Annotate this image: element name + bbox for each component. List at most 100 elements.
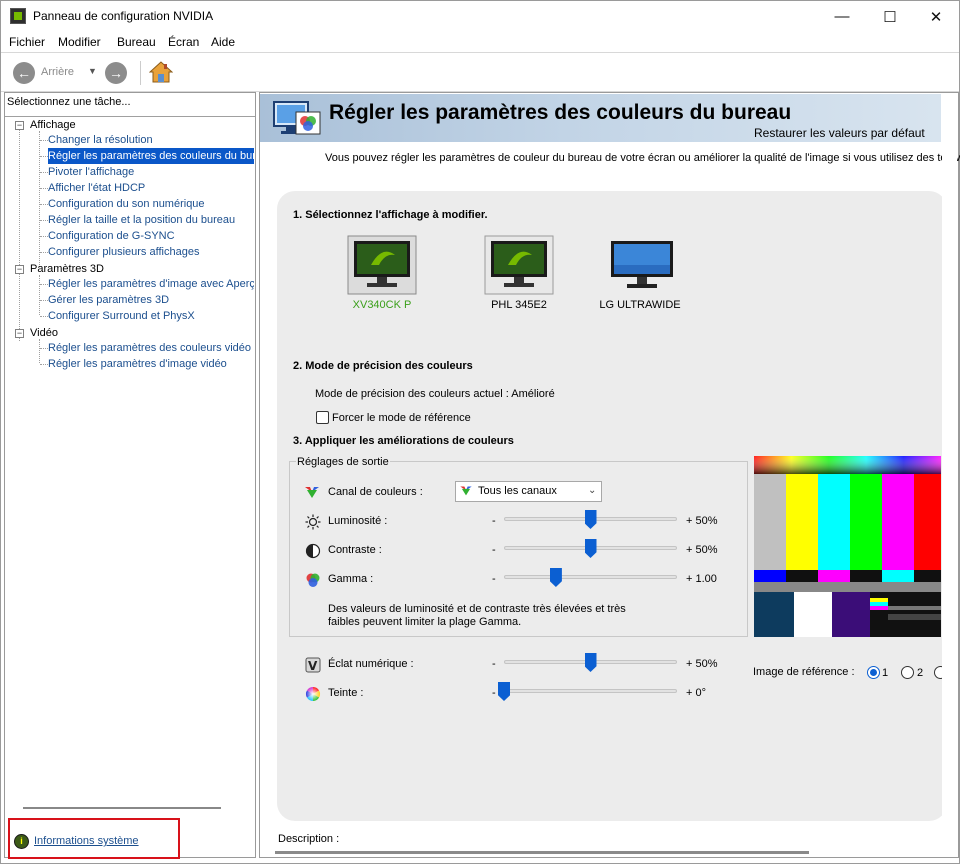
system-info-link[interactable]: Informations système [34,835,139,847]
page-intro-text: Vous pouvez régler les paramètres de cou… [325,152,960,164]
page-title: Régler les paramètres des couleurs du bu… [329,101,792,124]
menu-aide[interactable]: Aide [211,35,235,49]
tree-item-regler-couleurs-bureau[interactable]: Régler les paramètres des couleurs du bu… [48,148,254,164]
gamma-label: Gamma : [328,573,374,585]
task-tree: − Affichage Changer la résolution Régler… [5,116,255,806]
digital-vibrance-label: Éclat numérique : [328,658,414,670]
color-channel-icon [305,487,319,498]
collapse-parametres-3d-icon[interactable]: − [15,265,24,274]
tree-item-son-numerique[interactable]: Configuration du son numérique [48,196,205,212]
contrast-minus: - [492,544,496,556]
chevron-down-icon[interactable]: ⌄ [588,485,596,496]
tree-guide [39,275,40,315]
reference-radio-2-label[interactable]: 2 [917,667,923,679]
gamma-slider-track[interactable] [504,575,677,579]
forward-arrow-icon[interactable]: → [105,62,127,84]
color-channel-label: Canal de couleurs : [328,486,423,498]
svg-text:V: V [308,659,318,673]
back-arrow-icon[interactable]: ← [13,62,35,84]
tree-item-changer-resolution[interactable]: Changer la résolution [48,132,153,148]
tree-item-etat-hdcp[interactable]: Afficher l'état HDCP [48,180,145,196]
menu-modifier[interactable]: Modifier [58,35,101,49]
gamma-minus: - [492,573,496,585]
monitor-xv340ckp-icon[interactable] [347,235,417,295]
desktop-color-settings-icon [273,101,321,135]
reference-image-label: Image de référence : [753,666,855,678]
reference-test-pattern [754,456,941,637]
history-dropdown-icon[interactable]: ▼ [88,66,97,76]
collapse-video-icon[interactable]: − [15,329,24,338]
contrast-value: + 50% [686,544,718,556]
tree-guide [39,339,40,363]
content-horizontal-scrollbar[interactable] [275,851,809,854]
minimize-button[interactable]: — [819,1,865,32]
section-color-precision-title: 2. Mode de précision des couleurs [293,360,473,372]
content-vertical-scrollbar[interactable] [942,94,957,856]
monitor-phl345e2-icon[interactable] [484,235,554,295]
menu-bureau[interactable]: Bureau [117,35,156,49]
menu-bar: Fichier Modifier Bureau Écran Aide [1,32,959,52]
force-reference-checkbox[interactable] [316,411,329,424]
tree-item-taille-position-bureau[interactable]: Régler la taille et la position du burea… [48,212,235,228]
digital-vibrance-minus: - [492,658,496,670]
hue-slider-track[interactable] [504,689,677,693]
digital-vibrance-value: + 50% [686,658,718,670]
force-reference-label[interactable]: Forcer le mode de référence [332,412,471,424]
tree-item-image-apercu[interactable]: Régler les paramètres d'image avec Aperç… [48,276,254,292]
brightness-label: Luminosité : [328,515,388,527]
restore-defaults-link[interactable]: Restaurer les valeurs par défaut [754,126,925,140]
gamma-icon [306,573,320,587]
tree-category-video[interactable]: Vidéo [30,325,58,341]
hue-icon [306,687,320,701]
gamma-warning-line-2: faibles peuvent limiter la plage Gamma. [328,616,522,628]
description-label: Description : [278,833,340,845]
output-settings-legend: Réglages de sortie [296,456,390,468]
back-button-label[interactable]: Arrière [41,66,74,78]
hue-minus: - [492,687,496,699]
tree-item-g-sync[interactable]: Configuration de G-SYNC [48,228,175,244]
all-channels-icon [460,486,472,496]
tree-item-surround-physx[interactable]: Configurer Surround et PhysX [48,308,195,324]
menu-fichier[interactable]: Fichier [9,35,45,49]
hue-value: + 0° [686,687,706,699]
brightness-minus: - [492,515,496,527]
precision-mode-status: Mode de précision des couleurs actuel : … [315,388,555,400]
system-info-icon[interactable]: i [14,834,29,849]
title-bar: Panneau de configuration NVIDIA — ☐ ✕ [1,1,959,32]
tree-item-gerer-3d[interactable]: Gérer les paramètres 3D [48,292,169,308]
close-button[interactable]: ✕ [913,1,959,32]
tree-category-parametres-3d[interactable]: Paramètres 3D [30,261,104,277]
monitor-label-xv340ckp[interactable]: XV340CK P [332,299,432,311]
section-select-display-title: 1. Sélectionnez l'affichage à modifier. [293,209,488,221]
menu-ecran[interactable]: Écran [168,35,199,49]
tree-category-affichage[interactable]: Affichage [30,117,76,133]
collapse-affichage-icon[interactable]: − [15,121,24,130]
reference-radio-2[interactable] [901,666,914,679]
tree-guide [19,129,20,341]
color-channel-dropdown[interactable]: Tous les canaux [455,481,602,502]
brightness-value: + 50% [686,515,718,527]
maximize-button[interactable]: ☐ [867,1,913,32]
reference-radio-1[interactable] [867,666,880,679]
contrast-icon [305,543,321,559]
section-color-enhancements-title: 3. Appliquer les améliorations de couleu… [293,435,514,447]
task-panel-header: Sélectionnez une tâche... [7,96,131,108]
hue-label: Teinte : [328,687,364,699]
toolbar-divider [140,61,141,85]
toolbar: ← Arrière ▼ → [1,53,959,91]
gamma-warning-line-1: Des valeurs de luminosité et de contrast… [328,603,626,615]
tree-item-pivoter-affichage[interactable]: Pivoter l'affichage [48,164,134,180]
monitor-label-lg-ultrawide[interactable]: LG ULTRAWIDE [590,299,690,311]
tree-item-image-video[interactable]: Régler les paramètres d'image vidéo [48,356,227,372]
monitor-label-phl345e2[interactable]: PHL 345E2 [469,299,569,311]
brightness-sun-icon [305,514,321,530]
reference-radio-1-label[interactable]: 1 [882,667,888,679]
task-tree-horizontal-scrollbar[interactable] [23,807,221,809]
digital-vibrance-icon: V [305,657,321,673]
tree-item-couleurs-video[interactable]: Régler les paramètres des couleurs vidéo [48,340,251,356]
nvidia-control-panel-window: Panneau de configuration NVIDIA — ☐ ✕ Fi… [0,0,960,864]
home-icon[interactable] [149,60,173,84]
tree-item-plusieurs-affichages[interactable]: Configurer plusieurs affichages [48,244,199,260]
nvidia-app-icon [10,8,26,24]
monitor-lg-ultrawide-icon[interactable] [607,235,677,295]
